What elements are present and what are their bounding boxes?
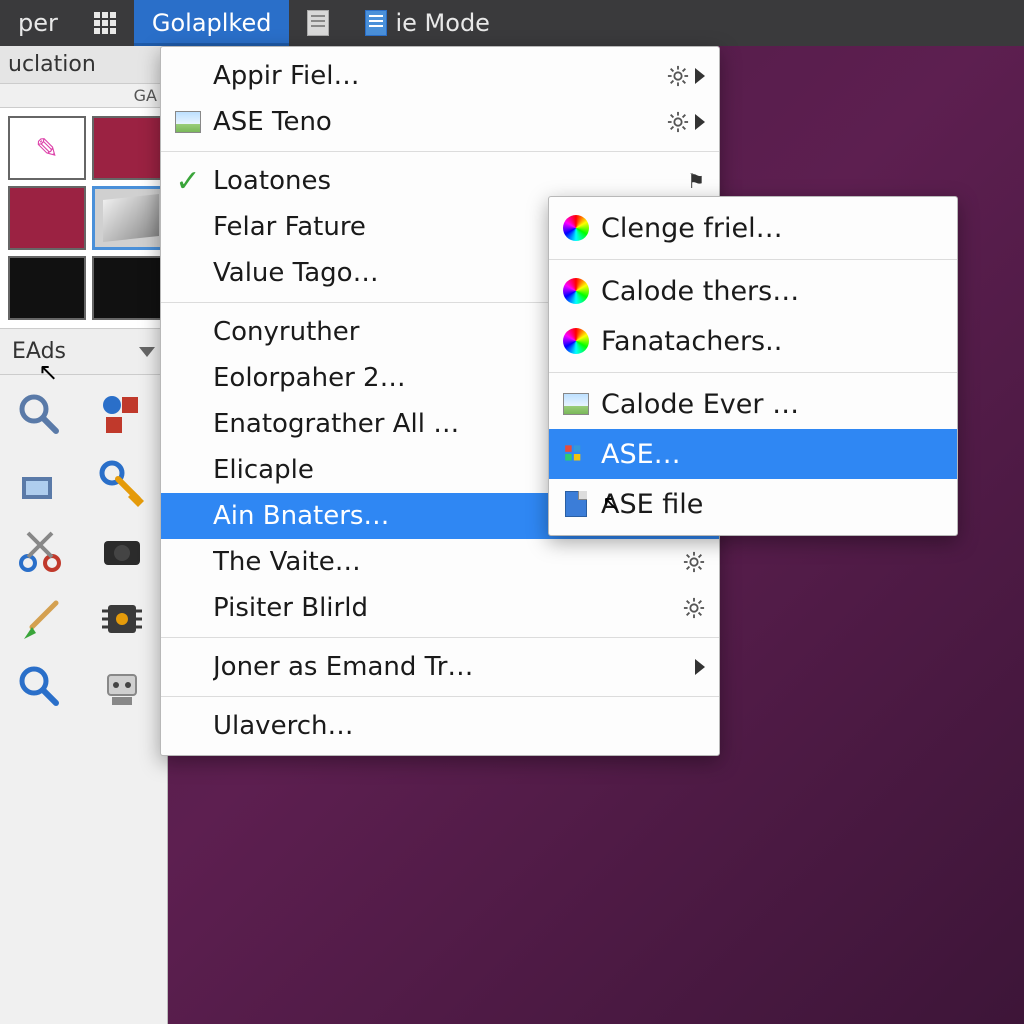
menubar-item-grid[interactable]	[76, 0, 134, 46]
submenu-arrow-icon	[695, 659, 705, 675]
tool-camera[interactable]	[94, 523, 150, 579]
tool-panel-label: EAds	[12, 339, 66, 364]
menubar-label: Golaplked	[152, 9, 272, 37]
menubar-item-golaplked[interactable]: Golaplked	[134, 0, 290, 46]
submenu-item-label: Fanatachers..	[601, 326, 943, 357]
submenu-item-label: Calode Ever …	[601, 389, 943, 420]
menu-separator	[161, 637, 719, 638]
chevron-down-icon	[139, 347, 155, 357]
swatch-grid	[0, 108, 167, 328]
tool-zoom[interactable]	[12, 387, 68, 443]
menu-separator	[161, 151, 719, 152]
menu-item-label: Pisiter Blirld	[213, 593, 673, 623]
menubar-item-doc[interactable]	[289, 0, 347, 46]
tool-shapes[interactable]	[94, 387, 150, 443]
blank-icon	[173, 258, 203, 288]
menu-item-label: Ulaverch…	[213, 711, 705, 741]
tool-search[interactable]	[12, 659, 68, 715]
menu-item-label: Joner as Emand Tr…	[213, 652, 685, 682]
submenu-item-label: Clenge friel…	[601, 213, 943, 244]
menu-item-the-vaite[interactable]: The Vaite…	[161, 539, 719, 585]
menu-item-pisiter-blirld[interactable]: Pisiter Blirld	[161, 585, 719, 631]
gear-icon	[667, 111, 689, 133]
swatch-black[interactable]	[8, 256, 86, 320]
swatch-black-2[interactable]	[92, 256, 170, 320]
blank-icon	[173, 409, 203, 439]
grid-icon	[94, 12, 116, 34]
tool-panel-header[interactable]: EAds	[0, 328, 167, 375]
tool-key[interactable]	[94, 455, 150, 511]
menu-separator	[549, 372, 957, 373]
menu-item-label: The Vaite…	[213, 547, 673, 577]
file-icon	[561, 489, 591, 519]
submenu-item-label: ASE…	[601, 439, 943, 470]
submenu: Clenge friel… Calode thers… Fanatachers.…	[548, 196, 958, 536]
blank-icon	[173, 363, 203, 393]
submenu-item-fanatachers[interactable]: Fanatachers..	[549, 316, 957, 366]
submenu-arrow-icon	[695, 68, 705, 84]
tool-chip[interactable]	[94, 591, 150, 647]
submenu-item-label: Calode thers…	[601, 276, 943, 307]
blank-icon	[173, 593, 203, 623]
thumbnail-icon	[173, 107, 203, 137]
menu-item-ase-teno[interactable]: ASE Teno	[161, 99, 719, 145]
submenu-item-calode-thers[interactable]: Calode thers…	[549, 266, 957, 316]
tool-robot[interactable]	[94, 659, 150, 715]
menubar-item-per[interactable]: per	[0, 0, 76, 46]
palette-icon	[561, 439, 591, 469]
colorwheel-icon	[561, 326, 591, 356]
menu-item-joner-emand[interactable]: Joner as Emand Tr…	[161, 644, 719, 690]
gear-icon	[683, 597, 705, 619]
blank-icon	[173, 547, 203, 577]
menu-item-label: Loatones	[213, 166, 677, 196]
blank-icon	[173, 61, 203, 91]
colorwheel-icon	[561, 276, 591, 306]
gear-icon	[683, 551, 705, 573]
blank-icon	[173, 652, 203, 682]
submenu-item-label: ASE file	[601, 489, 943, 520]
swatch-maroon-2[interactable]	[8, 186, 86, 250]
tool-grid	[0, 375, 167, 727]
flag-icon: ⚑	[687, 169, 705, 193]
document-icon	[365, 10, 387, 36]
blank-icon	[173, 317, 203, 347]
panel-subtitle: GA	[0, 84, 167, 108]
submenu-arrow-icon	[695, 114, 705, 130]
menubar: per Golaplked ie Mode	[0, 0, 1024, 46]
sidebar-panel: uclation GA EAds	[0, 46, 168, 1024]
menu-separator	[161, 696, 719, 697]
gear-icon	[667, 65, 689, 87]
colorwheel-icon	[561, 213, 591, 243]
submenu-item-calode-ever[interactable]: Calode Ever …	[549, 379, 957, 429]
tool-brush[interactable]	[12, 591, 68, 647]
swatch-cube[interactable]	[92, 186, 170, 250]
swatch-maroon[interactable]	[92, 116, 170, 180]
menu-item-ulaverch[interactable]: Ulaverch…	[161, 703, 719, 749]
submenu-item-clenge-friel[interactable]: Clenge friel…	[549, 203, 957, 253]
panel-title: uclation	[0, 46, 167, 84]
tool-cut[interactable]	[12, 523, 68, 579]
menu-separator	[549, 259, 957, 260]
submenu-item-ase[interactable]: ASE…	[549, 429, 957, 479]
menu-item-label: Appir Fiel…	[213, 61, 657, 91]
menubar-label: per	[18, 9, 58, 37]
check-icon: ✓	[173, 166, 203, 196]
blank-icon	[173, 501, 203, 531]
blank-icon	[173, 212, 203, 242]
blank-icon	[173, 711, 203, 741]
document-icon	[307, 10, 329, 36]
tool-crop[interactable]	[12, 455, 68, 511]
menu-item-label: ASE Teno	[213, 107, 657, 137]
swatch-white[interactable]	[8, 116, 86, 180]
menu-item-appir-fiel[interactable]: Appir Fiel…	[161, 53, 719, 99]
submenu-item-ase-file[interactable]: ASE file	[549, 479, 957, 529]
thumbnail-icon	[561, 389, 591, 419]
menubar-item-iemode[interactable]: ie Mode	[347, 0, 507, 46]
menubar-label: ie Mode	[395, 9, 489, 37]
blank-icon	[173, 455, 203, 485]
